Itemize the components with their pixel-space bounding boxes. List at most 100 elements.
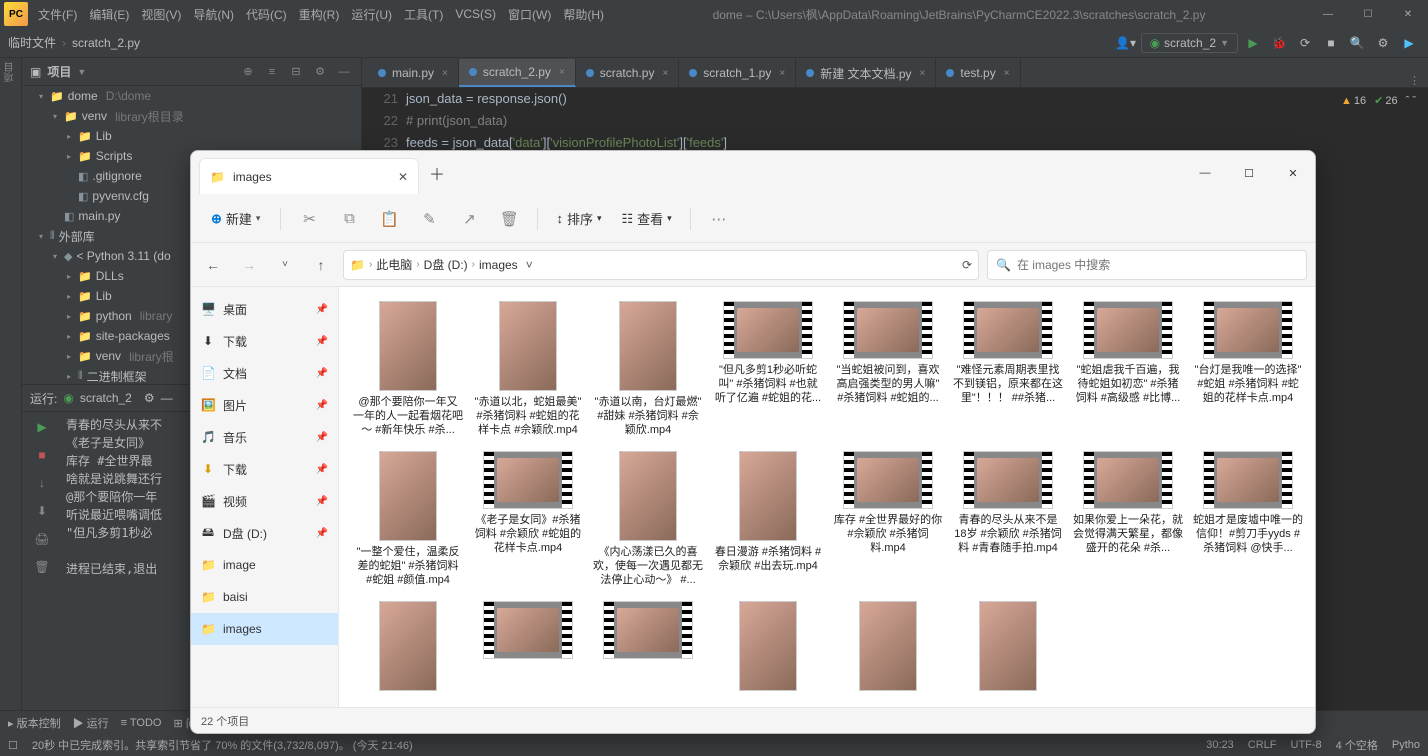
- explorer-minimize-button[interactable]: —: [1183, 151, 1227, 195]
- stop-button[interactable]: ■: [1320, 32, 1342, 54]
- soft-wrap-icon[interactable]: ↓: [31, 472, 53, 494]
- tab-close-icon[interactable]: ✕: [398, 170, 408, 184]
- tab-close-icon[interactable]: ×: [442, 68, 448, 79]
- editor-tab[interactable]: test.py×: [936, 59, 1020, 87]
- file-item[interactable]: "蛇姐虐我千百遍，我待蛇姐如初恋" #杀猪饲料 #高级感 #比博...: [1069, 297, 1187, 441]
- refresh-icon[interactable]: ⟳: [962, 258, 972, 272]
- file-item[interactable]: 青春的尽头从来不是18岁 #佘颖欣 #杀猪饲料 #青春随手拍.mp4: [949, 447, 1067, 591]
- path-dropdown-icon[interactable]: ˅: [526, 258, 533, 272]
- file-list[interactable]: @那个要陪你一年又一年的人一起看烟花吧～ #新年快乐 #杀... "赤道以北，蛇…: [339, 287, 1315, 707]
- nav-item[interactable]: 🖥️桌面 📌: [191, 293, 338, 325]
- menu-item[interactable]: 重构(R): [293, 6, 346, 23]
- nav-item[interactable]: 🖴D盘 (D:) 📌: [191, 517, 338, 549]
- menu-item[interactable]: 编辑(E): [83, 6, 135, 23]
- editor-tab[interactable]: scratch.py×: [576, 59, 680, 87]
- debug-button[interactable]: 🐞: [1268, 32, 1290, 54]
- rename-icon[interactable]: ✎: [413, 203, 445, 235]
- tab-close-icon[interactable]: ×: [1004, 68, 1010, 79]
- tab-close-icon[interactable]: ×: [920, 68, 926, 79]
- menu-item[interactable]: 帮助(H): [557, 6, 610, 23]
- search-box[interactable]: 🔍: [987, 250, 1307, 280]
- explorer-nav-pane[interactable]: 🖥️桌面 📌 ⬇下载 📌 📄文档 📌 🖼️图片 📌 🎵音乐 📌 ⬇下载 📌 🎬视…: [191, 287, 339, 707]
- nav-item[interactable]: ⬇下载 📌: [191, 453, 338, 485]
- file-item[interactable]: "赤道以南，台灯最燃" #甜妹 #杀猪饲料 #佘颖欣.mp4: [589, 297, 707, 441]
- file-item[interactable]: 春日漫游 #杀猪饲料 #佘颖欣 #出去玩.mp4: [709, 447, 827, 591]
- hide-panel-icon[interactable]: —: [335, 63, 353, 81]
- menu-item[interactable]: 工具(T): [398, 6, 449, 23]
- breadcrumb-root[interactable]: 临时文件: [8, 34, 56, 51]
- menu-item[interactable]: 视图(V): [135, 6, 187, 23]
- file-item[interactable]: "台灯是我唯一的选择" #蛇姐 #杀猪饲料 #蛇姐的花样卡点.mp4: [1189, 297, 1307, 441]
- file-item[interactable]: 如果你爱上一朵花，就会觉得满天繁星，都像盛开的花朵 #杀...: [1069, 447, 1187, 591]
- status-caret[interactable]: 30:23: [1206, 739, 1234, 751]
- paste-icon[interactable]: 📋: [373, 203, 405, 235]
- file-item[interactable]: "赤道以北，蛇姐最美" #杀猪饲料 #蛇姐的花样卡点 #佘颖欣.mp4: [469, 297, 587, 441]
- run-config-icon[interactable]: ⟳: [1294, 32, 1316, 54]
- ide-minimize-button[interactable]: —: [1308, 0, 1348, 28]
- file-item[interactable]: 《内心荡漾已久的喜欢，使每一次遇见都无法停止心动～》 #...: [589, 447, 707, 591]
- file-item[interactable]: 库存 #全世界最好的你 #佘颖欣 #杀猪饲料.mp4: [829, 447, 947, 591]
- file-item[interactable]: 蛇姐才是废墟中唯一的信仰！#剪刀手yyds #杀猪饲料 @快手...: [1189, 447, 1307, 591]
- file-item[interactable]: "一整个爱住，温柔反差的蛇姐" #杀猪饲料 #蛇姐 #颜值.mp4: [349, 447, 467, 591]
- scroll-to-end-icon[interactable]: ⬇: [31, 500, 53, 522]
- up-button[interactable]: ↑: [307, 251, 335, 279]
- tree-item[interactable]: ▸ 📁 Lib: [22, 126, 361, 146]
- file-item[interactable]: [829, 597, 947, 699]
- run-config-selector[interactable]: ◉ scratch_2 ▼: [1141, 33, 1238, 53]
- nav-item[interactable]: 📁baisi: [191, 581, 338, 613]
- breadcrumb-file[interactable]: scratch_2.py: [72, 36, 140, 50]
- path-bar[interactable]: 📁 › 此电脑 › D盘 (D:) › images ˅ ⟳: [343, 250, 979, 280]
- nav-item[interactable]: 🎵音乐 📌: [191, 421, 338, 453]
- explorer-tab[interactable]: 📁 images ✕: [199, 158, 419, 194]
- explorer-close-button[interactable]: ✕: [1271, 151, 1315, 195]
- nav-item[interactable]: 📁images: [191, 613, 338, 645]
- more-tabs-icon[interactable]: ⋮: [1409, 74, 1420, 87]
- editor-tab[interactable]: scratch_1.py×: [679, 59, 796, 87]
- file-item[interactable]: [589, 597, 707, 699]
- share-icon[interactable]: ↗: [453, 203, 485, 235]
- select-opened-icon[interactable]: ⊕: [239, 63, 257, 81]
- run-panel-tab[interactable]: scratch_2: [80, 391, 132, 405]
- back-button[interactable]: ←: [199, 251, 227, 279]
- forward-button[interactable]: →: [235, 251, 263, 279]
- tab-close-icon[interactable]: ×: [559, 67, 565, 78]
- delete-icon[interactable]: 🗑: [493, 203, 525, 235]
- menu-item[interactable]: 代码(C): [240, 6, 293, 23]
- file-item[interactable]: "当蛇姐被问到，喜欢高启强类型的男人嘛" #杀猪饲料 #蛇姐的...: [829, 297, 947, 441]
- copy-icon[interactable]: ⧉: [333, 203, 365, 235]
- file-item[interactable]: [949, 597, 1067, 699]
- expand-all-icon[interactable]: ≡: [263, 63, 281, 81]
- clear-icon[interactable]: 🗑: [31, 556, 53, 578]
- recent-dropdown-icon[interactable]: ˅: [271, 251, 299, 279]
- search-icon[interactable]: 🔍: [1346, 32, 1368, 54]
- ide-maximize-button[interactable]: ☐: [1348, 0, 1388, 28]
- toolwindow-button[interactable]: ≡ TODO: [121, 717, 162, 729]
- file-item[interactable]: @那个要陪你一年又一年的人一起看烟花吧～ #新年快乐 #杀...: [349, 297, 467, 441]
- settings-icon[interactable]: ⚙: [1372, 32, 1394, 54]
- editor-tab[interactable]: main.py×: [368, 59, 459, 87]
- file-item[interactable]: "但凡多剪1秒必听蛇叫" #杀猪饲料 #也就听了亿遍 #蛇姐的花...: [709, 297, 827, 441]
- status-indent[interactable]: 4 个空格: [1336, 737, 1378, 753]
- toolwindow-button[interactable]: ▸ 版本控制: [8, 715, 61, 731]
- nav-item[interactable]: 📄文档 📌: [191, 357, 338, 389]
- file-item[interactable]: [349, 597, 467, 699]
- editor-tab[interactable]: 新建 文本文档.py×: [796, 59, 936, 87]
- menu-item[interactable]: 导航(N): [187, 6, 240, 23]
- new-button[interactable]: ⊕ 新建 ▾: [203, 205, 268, 232]
- run-hide-icon[interactable]: —: [161, 391, 173, 405]
- view-button[interactable]: ☷ 查看 ▾: [616, 205, 678, 232]
- tab-close-icon[interactable]: ×: [779, 68, 785, 79]
- ide-close-button[interactable]: ✕: [1388, 0, 1428, 28]
- cut-icon[interactable]: ✂: [293, 203, 325, 235]
- menu-item[interactable]: 窗口(W): [502, 6, 557, 23]
- menu-item[interactable]: VCS(S): [449, 7, 502, 21]
- toolwindow-button[interactable]: ▶ 运行: [73, 715, 109, 731]
- status-encoding[interactable]: UTF-8: [1291, 739, 1322, 751]
- file-item[interactable]: [709, 597, 827, 699]
- status-interpreter[interactable]: Pytho: [1392, 739, 1420, 751]
- run-settings-icon[interactable]: ⚙: [144, 391, 155, 405]
- stop-icon[interactable]: ■: [31, 444, 53, 466]
- run-button[interactable]: ▶: [1242, 32, 1264, 54]
- ide-extra-icon[interactable]: ▶: [1398, 32, 1420, 54]
- tree-item[interactable]: ▾ 📁 venv library根目录: [22, 106, 361, 126]
